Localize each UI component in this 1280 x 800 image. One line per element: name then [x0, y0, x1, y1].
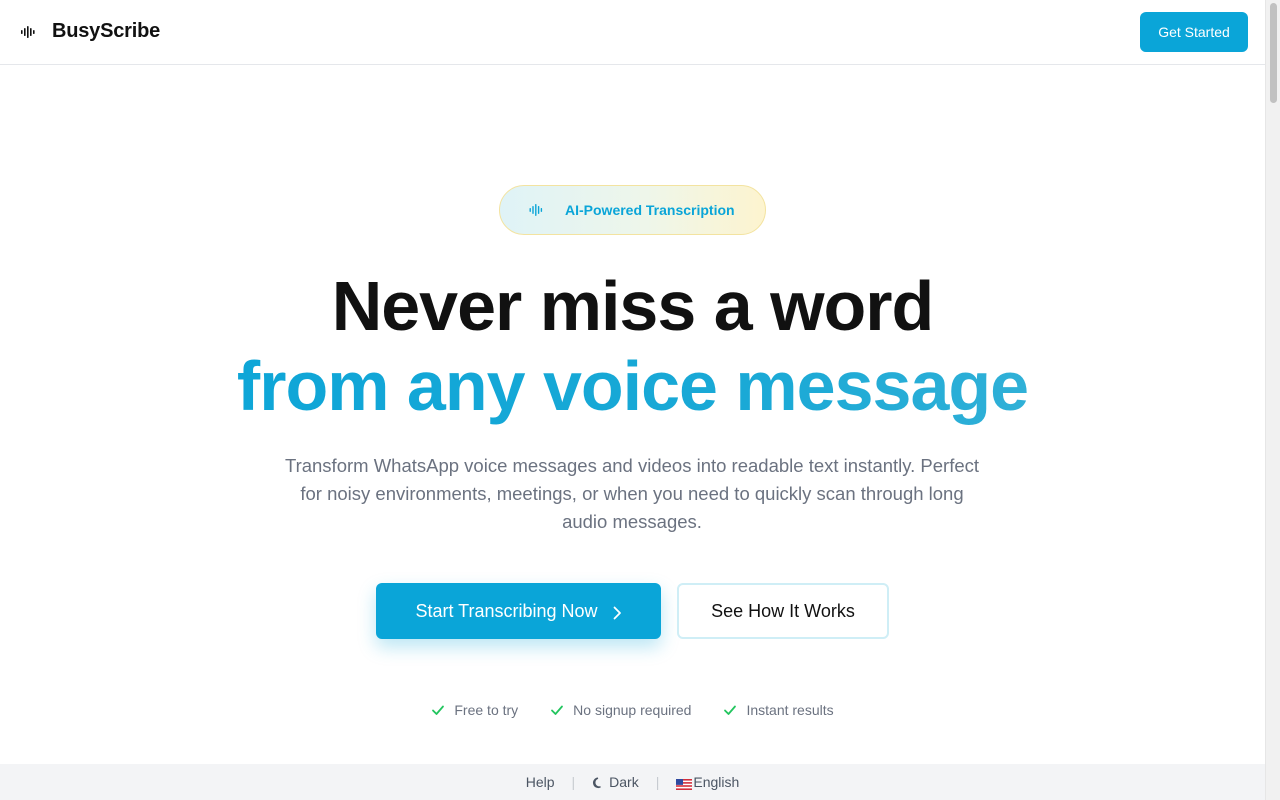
get-started-button[interactable]: Get Started [1140, 12, 1248, 52]
start-transcribing-button[interactable]: Start Transcribing Now [376, 583, 661, 639]
language-selector[interactable]: English [676, 774, 739, 790]
moon-icon [592, 776, 604, 788]
feature-item: No signup required [550, 702, 691, 718]
landing-page: BusyScribe Get Started AI-Powered Transc… [0, 0, 1265, 800]
feature-badge: AI-Powered Transcription [499, 185, 766, 235]
soundwave-icon [529, 203, 543, 217]
footer-bar: Help | Dark | English [0, 764, 1265, 800]
soundwave-icon [20, 24, 36, 40]
start-transcribing-label: Start Transcribing Now [415, 600, 598, 621]
feature-label: No signup required [573, 702, 692, 718]
feature-item: Instant results [723, 702, 834, 718]
badge-label: AI-Powered Transcription [565, 202, 735, 218]
footer-divider: | [571, 774, 576, 790]
theme-label: Dark [609, 774, 639, 790]
check-icon [550, 703, 564, 717]
feature-label: Instant results [746, 702, 834, 718]
scrollbar-thumb[interactable] [1270, 3, 1277, 103]
theme-toggle[interactable]: Dark [592, 774, 639, 790]
check-icon [431, 703, 445, 717]
see-how-it-works-button[interactable]: See How It Works [677, 583, 889, 639]
chevron-right-icon [612, 604, 622, 620]
help-link[interactable]: Help [526, 774, 555, 790]
feature-label: Free to try [454, 702, 519, 718]
page-scrollbar[interactable] [1265, 0, 1280, 800]
hero-headline-accent: from any voice message [0, 346, 1265, 426]
hero-subtitle: Transform WhatsApp voice messages and vi… [284, 455, 980, 532]
feature-list: Free to try No signup required Instant r… [0, 702, 1265, 718]
language-label: English [693, 774, 740, 790]
brand-name: BusyScribe [52, 20, 161, 42]
top-navbar: BusyScribe Get Started [0, 0, 1265, 65]
us-flag-icon [676, 777, 693, 790]
footer-divider: | [655, 774, 660, 790]
feature-item: Free to try [431, 702, 518, 718]
check-icon [723, 703, 737, 717]
brand-logo[interactable]: BusyScribe [20, 20, 160, 43]
hero-headline: Never miss a word [331, 267, 935, 345]
